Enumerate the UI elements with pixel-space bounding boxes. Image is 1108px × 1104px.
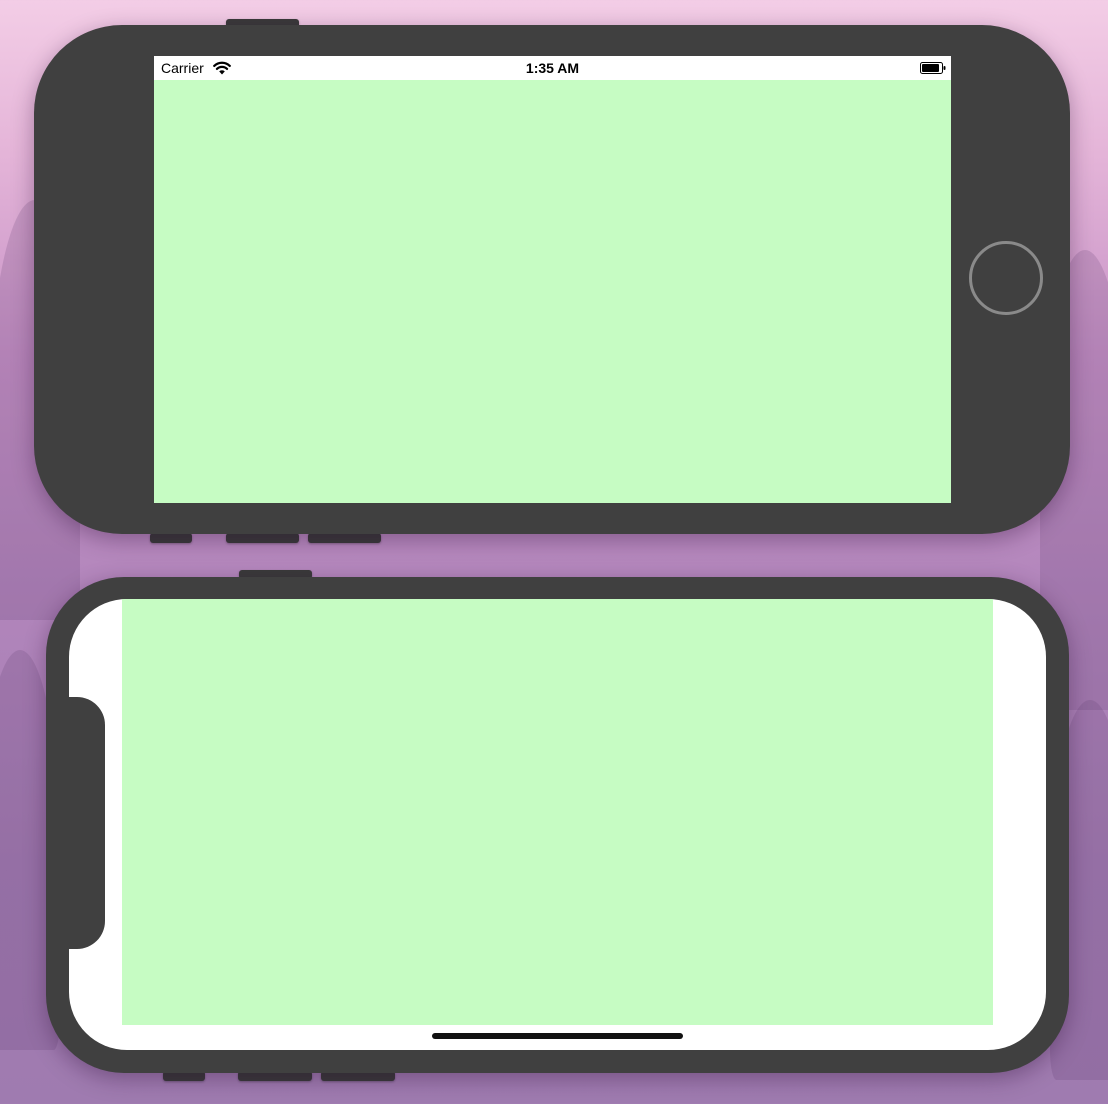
app-content-area[interactable]	[154, 80, 951, 503]
home-indicator[interactable]	[432, 1033, 683, 1039]
home-button[interactable]	[969, 241, 1043, 315]
mute-switch[interactable]	[150, 533, 192, 543]
simulator-device-notch	[46, 577, 1069, 1073]
status-time: 1:35 AM	[525, 60, 580, 76]
device-screen: Carrier 1:35 AM	[154, 56, 951, 503]
volume-up-button[interactable]	[226, 533, 299, 543]
sensor-notch	[69, 697, 105, 949]
volume-down-button[interactable]	[308, 533, 381, 543]
device-screen	[69, 599, 1046, 1050]
app-content-area[interactable]	[122, 599, 993, 1025]
battery-icon	[920, 62, 946, 74]
simulator-device-home-button: Carrier 1:35 AM	[34, 25, 1070, 534]
status-bar: Carrier 1:35 AM	[154, 56, 951, 80]
